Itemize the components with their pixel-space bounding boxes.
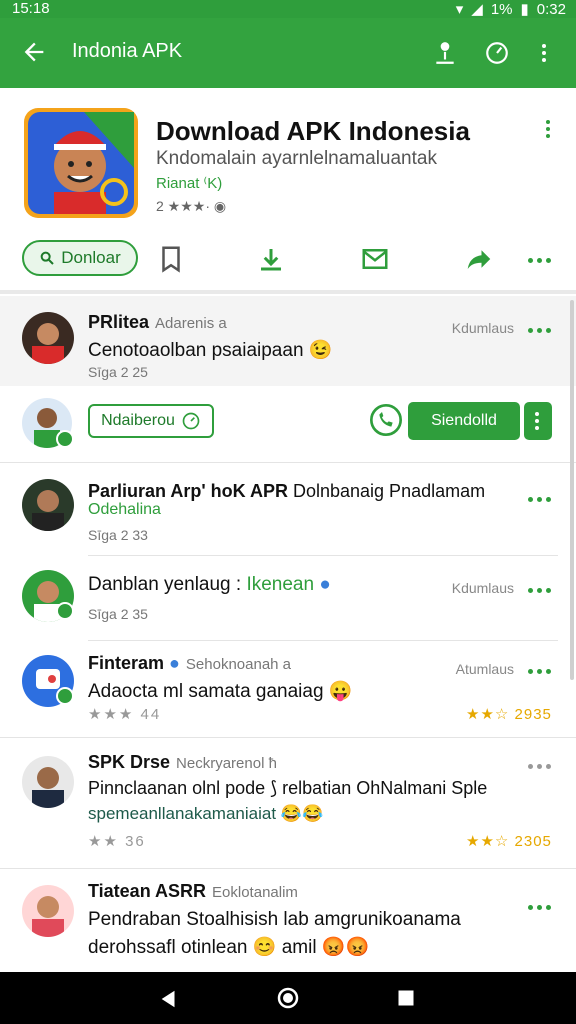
install-icon[interactable] (256, 244, 286, 274)
download-button[interactable]: Donloar (22, 240, 138, 276)
home-nav-icon[interactable] (276, 986, 300, 1010)
post-meta: Sīga 2 35 (88, 606, 148, 622)
app-bar-title: Indonia APK (72, 40, 183, 62)
more-actions-icon[interactable] (528, 258, 551, 263)
app-subtitle: Kndomalain ayarnlelnamaluantak (156, 148, 437, 169)
post-status: Atumlaus (455, 661, 514, 677)
promo-outline-button[interactable]: Ndaiberou (88, 404, 214, 438)
battery-icon: ▮ (520, 1, 529, 18)
post-text: Cenotoaolban psaiaipaan 😉 (88, 340, 333, 361)
list-item[interactable]: Tiatean ASRR Eoklotanalim Pendraban Stoal… (0, 869, 576, 972)
search-icon (40, 251, 54, 265)
promo-label: Ndaiberou (101, 412, 175, 429)
item-menu-icon[interactable] (528, 669, 551, 674)
verified-badge-icon (56, 687, 74, 705)
verified-icon: ● (319, 574, 331, 595)
rating-stars: ★★★ 44 (88, 706, 162, 723)
author-name: Finteram ● Sehoknoanah a (88, 653, 292, 673)
speed-icon[interactable] (484, 40, 510, 66)
avatar (22, 479, 74, 531)
globe-icon: ◉ (213, 198, 227, 214)
item-menu-icon[interactable] (528, 497, 551, 502)
kebab-icon[interactable] (542, 44, 548, 62)
bookmark-icon[interactable] (156, 244, 186, 274)
app-bar: Indonia APK (0, 18, 576, 88)
post-status: Kdumlaus (451, 320, 514, 336)
author-name: PRlitea Adarenis a (88, 312, 227, 332)
rating-stars: ★★ 36 (88, 833, 146, 850)
wifi-icon: ▾ (455, 1, 464, 18)
system-nav-bar (0, 972, 576, 1024)
rating-text: 2 ★★★· (156, 198, 210, 214)
item-menu-icon[interactable] (528, 588, 551, 593)
pin-icon[interactable] (432, 40, 458, 66)
send-label: Siendolld (431, 412, 497, 429)
promo-row: Ndaiberou Siendolld (0, 386, 576, 462)
post-meta: Sīga 2 25 (88, 364, 148, 380)
download-label: Donloar (61, 248, 121, 267)
list-item[interactable]: Danblan yenlaug : Ikenean ● Sīga 2 35 Kd… (0, 556, 576, 640)
avatar (22, 756, 74, 808)
battery-percent: 1% (490, 0, 513, 18)
post-status: Kdumlaus (451, 580, 514, 596)
post-text: Adaocta ml samata ganaiag 😛 (88, 681, 353, 702)
rating-stars-gold: ★★☆ 2935 (466, 706, 552, 723)
avatar (22, 885, 74, 937)
item-menu-icon[interactable] (528, 764, 551, 769)
app-tag: Rianat ⁽K) (156, 175, 223, 192)
author-name: Tiatean ASRR Eoklotanalim (88, 881, 298, 901)
back-arrow-icon[interactable] (20, 38, 48, 66)
post-meta: Sīga 2 33 (88, 527, 148, 543)
kebab-icon (535, 412, 541, 430)
send-more-button[interactable] (524, 402, 552, 440)
back-nav-icon[interactable] (158, 988, 180, 1010)
scrollbar[interactable] (570, 300, 574, 680)
post-text: Pinnclaanan olnl pode ⟆ relbatian OhNalm… (88, 778, 488, 798)
verified-badge-icon (56, 602, 74, 620)
author-name: SPK Drse Neckryarenol ħ (88, 752, 277, 772)
item-menu-icon[interactable] (528, 905, 551, 910)
feed-list: PRlitea Adarenis a Cenotoaolban psaiaipaa… (0, 296, 576, 972)
recents-nav-icon[interactable] (396, 988, 416, 1008)
app-rating: 2 ★★★· ◉ (156, 198, 226, 215)
post-text-2: derohssafl otinlean 😊 amil 😡😡 (88, 937, 370, 958)
author-name: Parliuran Arp' hoK APR Dolnbanaig Pnadla… (88, 481, 486, 501)
app-title: Download APK Indonesia (156, 116, 470, 146)
post-text: Pendraban Stoalhisish lab amgrunikoanama (88, 909, 461, 930)
list-item[interactable]: Parliuran Arp' hoK APR Dolnbanaig Pnadla… (0, 463, 576, 555)
send-button[interactable]: Siendolld (408, 402, 520, 440)
verified-badge-icon (56, 430, 74, 448)
app-icon (24, 108, 138, 218)
status-clock-right: 0:32 (536, 0, 566, 18)
app-header: Download APK Indonesia Kndomalain ayarnl… (0, 90, 576, 294)
post-text-2: spemeanllanakamaniaiat 😂😂 (88, 804, 324, 823)
rating-stars-gold: ★★☆ 2305 (466, 833, 552, 850)
list-item[interactable]: PRlitea Adarenis a Cenotoaolban psaiaipaa… (0, 296, 576, 386)
item-menu-icon[interactable] (528, 328, 551, 333)
app-menu-icon[interactable] (546, 120, 552, 138)
list-item[interactable]: Finteram ● Sehoknoanah a Adaocta ml samat… (0, 641, 576, 737)
status-bar: 15:18 ▾ ◢ 1% ▮ 0:32 (0, 0, 576, 18)
speed-icon (182, 412, 200, 430)
status-icons: ▾ ◢ 1% ▮ 0:32 (455, 0, 566, 19)
status-time: 15:18 (12, 0, 50, 17)
share-icon[interactable] (464, 244, 494, 274)
author-sub: Odehalina (88, 501, 161, 518)
mascot-icon (28, 112, 134, 214)
author-name: Danblan yenlaug : Ikenean ● (88, 574, 331, 595)
avatar (22, 312, 74, 364)
list-item[interactable]: SPK Drse Neckryarenol ħ Pinnclaanan olnl … (0, 738, 576, 868)
signal-icon: ◢ (471, 1, 483, 18)
phone-icon[interactable] (370, 404, 402, 436)
mail-icon[interactable] (360, 244, 390, 274)
